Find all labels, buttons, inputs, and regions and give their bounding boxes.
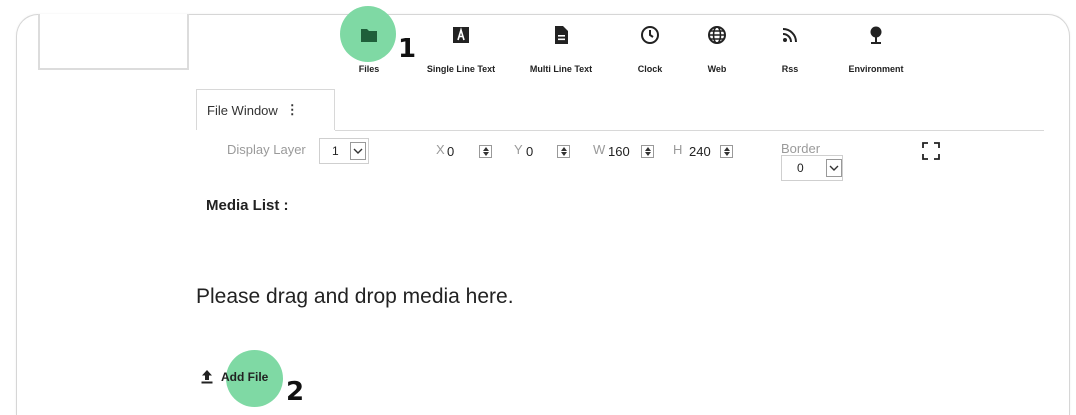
y-spinner[interactable]	[557, 145, 570, 158]
rss-icon	[782, 28, 797, 43]
h-input[interactable]: 240	[689, 142, 711, 160]
tab-file-window[interactable]: File Window ⋮	[196, 89, 335, 130]
document-icon	[555, 26, 568, 44]
display-layer-select[interactable]: 1	[319, 138, 369, 164]
toolbar-label-single-line-text: Single Line Text	[426, 64, 496, 74]
chevron-down-icon	[826, 159, 842, 177]
media-list-label: Media List :	[206, 197, 289, 214]
border-value: 0	[797, 161, 804, 175]
kebab-menu-icon[interactable]: ⋮	[286, 102, 299, 118]
step-number-1: 1	[398, 34, 417, 64]
y-input[interactable]: 0	[526, 142, 533, 160]
y-label: Y	[514, 142, 523, 157]
display-layer-value: 1	[332, 144, 339, 158]
h-label: H	[673, 142, 683, 157]
x-input[interactable]: 0	[447, 142, 454, 160]
x-label: X	[436, 142, 445, 157]
fullscreen-icon[interactable]	[921, 141, 941, 161]
border-select[interactable]: 0	[781, 155, 843, 181]
chevron-down-icon	[350, 142, 366, 160]
toolbar-label-multi-line-text: Multi Line Text	[529, 64, 593, 74]
toolbar-label-environment: Environment	[848, 64, 904, 74]
text-a-icon	[453, 27, 469, 43]
toolbar-label-rss: Rss	[781, 64, 799, 74]
globe-icon	[708, 26, 726, 44]
add-file-label: Add File	[221, 369, 269, 384]
toolbar-item-environment[interactable]: Environment	[826, 24, 926, 74]
tab-divider	[335, 130, 1044, 131]
step-number-2: 2	[286, 377, 305, 407]
toolbar-item-multi-line-text[interactable]: Multi Line Text	[511, 24, 611, 74]
toolbar-item-single-line-text[interactable]: Single Line Text	[411, 24, 511, 74]
folder-icon	[361, 29, 377, 42]
h-spinner[interactable]	[720, 145, 733, 158]
editor-panel	[16, 14, 1070, 415]
drop-zone-hint[interactable]: Please drag and drop media here.	[196, 285, 514, 309]
display-layer-label: Display Layer	[227, 142, 306, 157]
x-spinner[interactable]	[479, 145, 492, 158]
tab-label: File Window	[207, 102, 278, 118]
preview-thumbnail	[38, 14, 189, 70]
clock-icon	[641, 26, 659, 44]
upload-icon	[201, 370, 213, 384]
tree-icon	[870, 26, 882, 44]
w-input[interactable]: 160	[608, 142, 630, 160]
add-file-button[interactable]: Add File	[200, 369, 268, 384]
toolbar-label-files: Files	[358, 64, 380, 74]
w-label: W	[593, 142, 606, 157]
w-spinner[interactable]	[641, 145, 654, 158]
toolbar-item-rss[interactable]: Rss	[740, 24, 840, 74]
